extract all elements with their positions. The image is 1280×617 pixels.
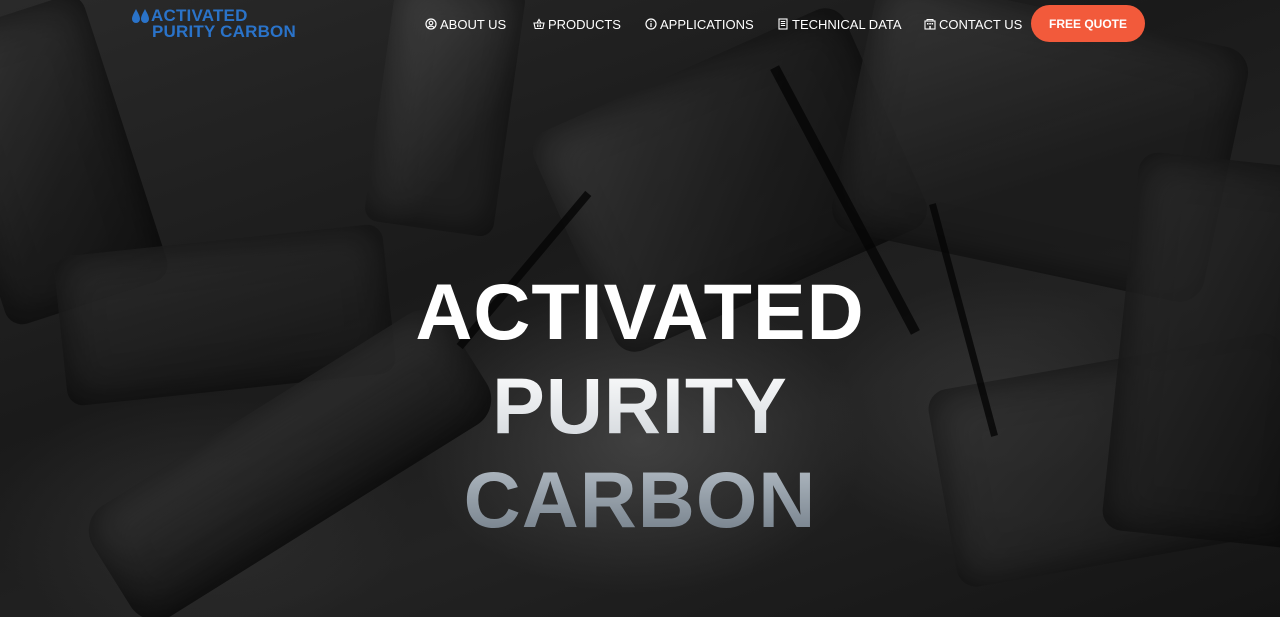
free-quote-button[interactable]: FREE QUOTE: [1031, 5, 1145, 42]
user-circle-icon: [425, 18, 437, 30]
nav-label: TECHNICAL DATA: [792, 16, 902, 32]
page: ACTIVATED PURITY CARBON ABOUT US PRODUCT…: [0, 0, 1280, 617]
nav-item-about-us[interactable]: ABOUT US: [425, 15, 506, 33]
hero-title-line1: ACTIVATED: [415, 267, 865, 356]
basket-icon: [533, 18, 545, 30]
brand-logo-link[interactable]: ACTIVATED PURITY CARBON: [131, 7, 306, 41]
nav-label: APPLICATIONS: [660, 16, 754, 32]
nav-item-products[interactable]: PRODUCTS: [533, 15, 621, 33]
building-icon: [924, 19, 936, 30]
hero-title-line2: PURITY: [0, 359, 1280, 453]
document-icon: [778, 18, 788, 30]
water-drops-icon: [132, 9, 149, 23]
hero-heading: ACTIVATED PURITY CARBON: [0, 265, 1280, 547]
info-circle-icon: [645, 18, 657, 30]
brand-name-line2: PURITY CARBON: [152, 22, 296, 41]
nav-item-technical-data[interactable]: TECHNICAL DATA: [777, 15, 902, 33]
nav-label: PRODUCTS: [548, 16, 621, 32]
nav-item-applications[interactable]: APPLICATIONS: [645, 15, 754, 33]
hero-title-line3: CARBON: [0, 453, 1280, 547]
nav-item-contact-us[interactable]: CONTACT US: [924, 15, 1022, 33]
site-header: ACTIVATED PURITY CARBON ABOUT US PRODUCT…: [0, 0, 1280, 48]
nav-label: ABOUT US: [440, 16, 507, 32]
nav-label: CONTACT US: [939, 16, 1023, 32]
